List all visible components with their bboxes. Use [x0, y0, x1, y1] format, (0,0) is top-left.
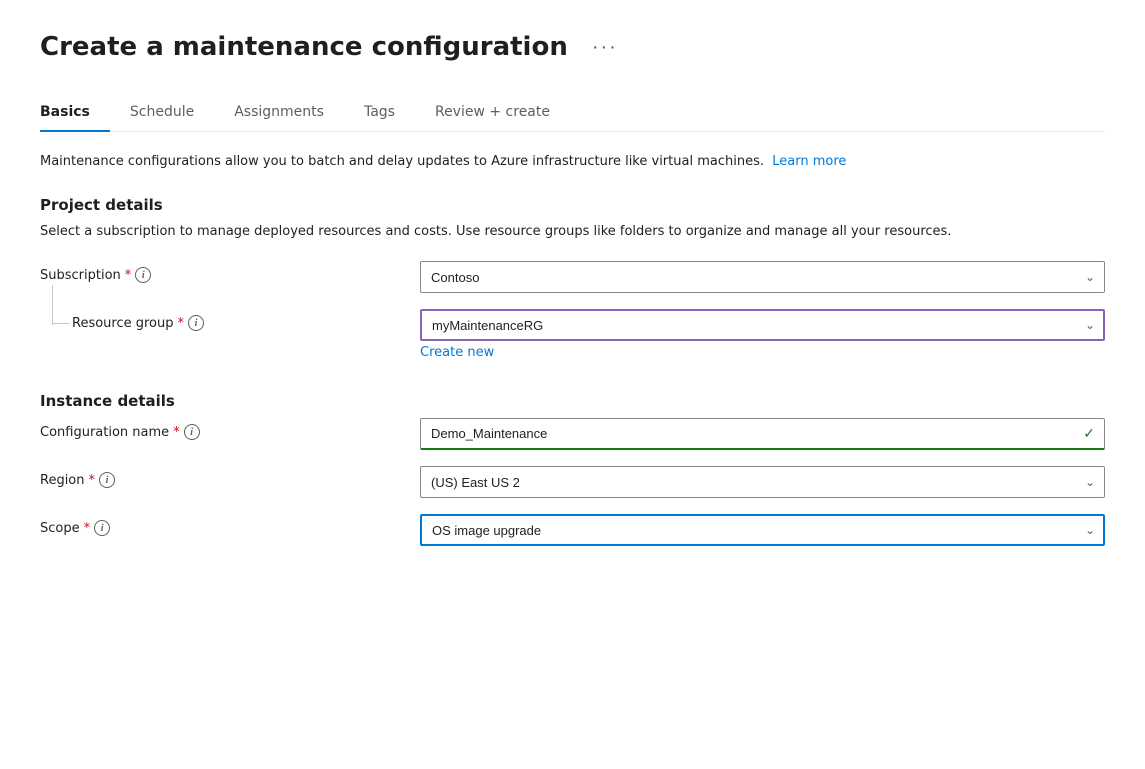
configuration-name-check-icon: ✓	[1083, 426, 1095, 442]
configuration-name-input[interactable]	[420, 418, 1105, 450]
resource-group-select[interactable]: myMaintenanceRG	[420, 309, 1105, 341]
region-row: Region * i (US) East US 2 ⌄	[40, 466, 1105, 498]
project-details-title: Project details	[40, 196, 1105, 214]
resource-group-label: Resource group * i	[72, 315, 204, 331]
resource-group-info-icon[interactable]: i	[188, 315, 204, 331]
page-title: Create a maintenance configuration	[40, 32, 568, 62]
instance-details-title: Instance details	[40, 392, 1105, 410]
tab-bar: Basics Schedule Assignments Tags Review …	[40, 94, 1105, 132]
subscription-select[interactable]: Contoso	[420, 261, 1105, 293]
subscription-row: Subscription * i Contoso ⌄	[40, 261, 1105, 293]
region-input-col: (US) East US 2 ⌄	[420, 466, 1105, 498]
configuration-name-input-col: ✓	[420, 418, 1105, 450]
subscription-input-col: Contoso ⌄	[420, 261, 1105, 293]
page-description: Maintenance configurations allow you to …	[40, 152, 1000, 172]
scope-input-col: OS image upgrade ⌄	[420, 514, 1105, 546]
tab-assignments[interactable]: Assignments	[214, 94, 344, 132]
resource-group-required: *	[178, 316, 185, 331]
scope-info-icon[interactable]: i	[94, 520, 110, 536]
scope-select-wrapper: OS image upgrade ⌄	[420, 514, 1105, 546]
instance-details-section: Instance details Configuration name * i …	[40, 392, 1105, 546]
resource-group-select-wrapper: myMaintenanceRG ⌄	[420, 309, 1105, 341]
region-select[interactable]: (US) East US 2	[420, 466, 1105, 498]
resource-group-input-col: myMaintenanceRG ⌄ Create new	[420, 309, 1105, 360]
project-details-section: Project details Select a subscription to…	[40, 196, 1105, 361]
tab-tags[interactable]: Tags	[344, 94, 415, 132]
tab-schedule[interactable]: Schedule	[110, 94, 214, 132]
scope-row: Scope * i OS image upgrade ⌄	[40, 514, 1105, 546]
scope-label: Scope * i	[40, 520, 110, 536]
subscription-label: Subscription * i	[40, 267, 151, 283]
configuration-name-row: Configuration name * i ✓	[40, 418, 1105, 450]
configuration-name-required: *	[173, 425, 180, 440]
scope-required: *	[84, 521, 91, 536]
scope-select[interactable]: OS image upgrade	[420, 514, 1105, 546]
configuration-name-label: Configuration name * i	[40, 424, 200, 440]
subscription-required: *	[125, 268, 132, 283]
region-label: Region * i	[40, 472, 115, 488]
resource-group-row: Resource group * i myMaintenanceRG ⌄ Cre…	[40, 309, 1105, 360]
subscription-select-wrapper: Contoso ⌄	[420, 261, 1105, 293]
tab-review-create[interactable]: Review + create	[415, 94, 570, 132]
region-select-wrapper: (US) East US 2 ⌄	[420, 466, 1105, 498]
subscription-info-icon[interactable]: i	[135, 267, 151, 283]
learn-more-link[interactable]: Learn more	[772, 154, 846, 169]
configuration-name-info-icon[interactable]: i	[184, 424, 200, 440]
project-details-description: Select a subscription to manage deployed…	[40, 222, 1000, 242]
tab-basics[interactable]: Basics	[40, 94, 110, 132]
ellipsis-menu-button[interactable]: ···	[584, 34, 626, 61]
create-new-resource-group-link[interactable]: Create new	[420, 345, 494, 360]
region-required: *	[89, 473, 96, 488]
region-info-icon[interactable]: i	[99, 472, 115, 488]
configuration-name-wrapper: ✓	[420, 418, 1105, 450]
